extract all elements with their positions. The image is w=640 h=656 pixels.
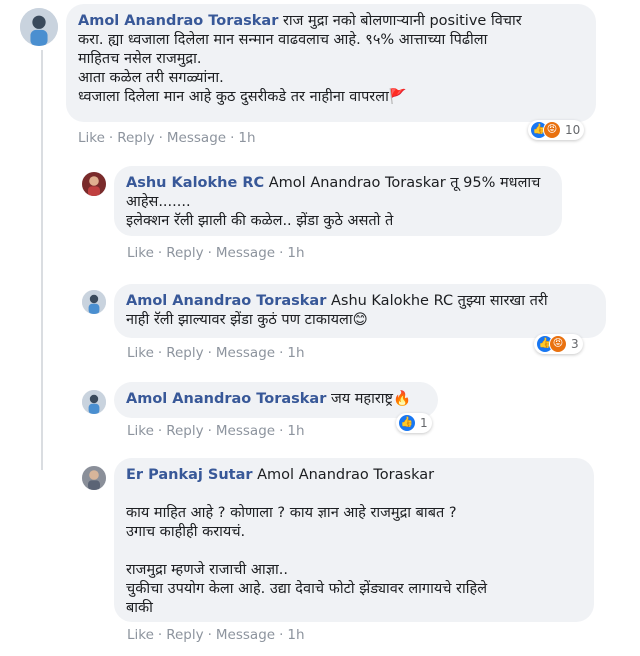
separator: · (207, 627, 212, 643)
separator: · (207, 245, 212, 261)
thread-line (41, 50, 43, 470)
avatar[interactable] (20, 8, 58, 46)
comment-text: आहेस....... (126, 194, 191, 210)
commenter-name[interactable]: Amol Anandrao Toraskar (126, 293, 326, 309)
comment-bubble: Amol Anandrao Toraskar जय महाराष्ट्र🔥 (114, 382, 438, 418)
avatar[interactable] (82, 466, 106, 490)
comment-text: काय माहित आहे ? कोणाला ? काय ज्ञान आहे र… (126, 505, 457, 521)
angry-icon: 😡 (543, 121, 561, 139)
like-button[interactable]: Like (127, 245, 154, 261)
separator: · (157, 345, 163, 361)
comment-actions: Like · Reply · Message · 1h (127, 423, 305, 439)
like-button[interactable]: Like (78, 130, 105, 146)
reply-button[interactable]: Reply (166, 345, 203, 361)
comment-bubble: Er Pankaj Sutar Amol Anandrao Toraskar क… (114, 458, 594, 622)
reaction-summary[interactable]: 👍 😡 3 (534, 334, 583, 354)
comment-text: राजमुद्रा म्हणजे राजाची आज्ञा.. (126, 562, 288, 578)
separator: · (157, 627, 163, 643)
reply-button[interactable]: Reply (166, 423, 203, 439)
comment-actions: Like · Reply · Message · 1h (127, 345, 305, 361)
comment-text: राज मुद्रा नको बोलणाऱ्यानी positive विचा… (282, 13, 522, 29)
timestamp[interactable]: 1h (287, 245, 304, 261)
comment-text: इलेक्शन रॅली झाली की कळेल.. झेंडा कुठे अ… (126, 213, 394, 229)
message-button[interactable]: Message (167, 130, 226, 146)
separator: · (207, 345, 212, 361)
avatar[interactable] (82, 172, 106, 196)
message-button[interactable]: Message (216, 423, 275, 439)
comment-text: माहितच नसेल राजमुद्रा. (78, 51, 202, 67)
like-button[interactable]: Like (127, 627, 154, 643)
separator: · (279, 627, 284, 643)
comment-text: आता कळेल तरी सगळ्यांना. (78, 70, 224, 86)
reply-button[interactable]: Reply (117, 130, 154, 146)
separator: · (279, 345, 284, 361)
comment-text (126, 542, 582, 561)
comment-text: Amol Anandrao Toraskar (257, 467, 435, 483)
timestamp[interactable]: 1h (238, 130, 255, 146)
timestamp[interactable]: 1h (287, 627, 304, 643)
separator: · (108, 130, 114, 146)
message-button[interactable]: Message (216, 245, 275, 261)
commenter-name[interactable]: Amol Anandrao Toraskar (78, 13, 278, 29)
like-button[interactable]: Like (127, 423, 154, 439)
reaction-count: 1 (420, 416, 428, 430)
separator: · (279, 423, 284, 439)
commenter-name[interactable]: Amol Anandrao Toraskar (126, 391, 326, 407)
like-button[interactable]: Like (127, 345, 154, 361)
comment-text: Amol Anandrao Toraskar तू 95% मधलाच (268, 175, 541, 191)
like-icon: 👍 (398, 414, 416, 432)
commenter-name[interactable]: Ashu Kalokhe RC (126, 175, 264, 191)
comment-text: Ashu Kalokhe RC तुझ्या सारखा तरी (330, 293, 548, 309)
reaction-summary[interactable]: 👍 😡 10 (528, 120, 585, 140)
reaction-count: 10 (565, 123, 581, 137)
separator: · (230, 130, 235, 146)
comment-bubble: Amol Anandrao Toraskar राज मुद्रा नको बो… (66, 4, 596, 122)
comment-actions: Like · Reply · Message · 1h (78, 130, 256, 146)
message-button[interactable]: Message (216, 627, 275, 643)
comment-text: नाही रॅली झाल्यावर झेंडा कुठं पण टाकायला… (126, 312, 368, 328)
reply-button[interactable]: Reply (166, 627, 203, 643)
separator: · (207, 423, 212, 439)
comment-text: चुकीचा उपयोग केला आहे. उद्या देवाचे फोटो… (126, 581, 488, 597)
comment-text: जय महाराष्ट्र🔥 (330, 391, 412, 407)
avatar[interactable] (82, 390, 106, 414)
comment-text: करा. ह्या ध्वजाला दिलेला मान सन्मान वाढव… (78, 32, 488, 48)
timestamp[interactable]: 1h (287, 423, 304, 439)
comment-bubble: Ashu Kalokhe RC Amol Anandrao Toraskar त… (114, 166, 562, 236)
separator: · (158, 130, 163, 146)
comment-text: बाकी (126, 600, 153, 616)
commenter-name[interactable]: Er Pankaj Sutar (126, 467, 253, 483)
comment-text (126, 485, 582, 504)
comment-actions: Like · Reply · Message · 1h (127, 245, 305, 261)
angry-icon: 😡 (549, 335, 567, 353)
comment-actions: Like · Reply · Message · 1h (127, 627, 305, 643)
comment-bubble: Amol Anandrao Toraskar Ashu Kalokhe RC त… (114, 284, 606, 338)
separator: · (279, 245, 284, 261)
timestamp[interactable]: 1h (287, 345, 304, 361)
message-button[interactable]: Message (216, 345, 275, 361)
reply-button[interactable]: Reply (166, 245, 203, 261)
separator: · (157, 423, 163, 439)
reaction-summary[interactable]: 👍 1 (396, 413, 432, 433)
separator: · (157, 245, 163, 261)
comment-text: उगाच काहीही करायचं. (126, 524, 246, 540)
reaction-count: 3 (571, 337, 579, 351)
comment-text: ध्वजाला दिलेला मान आहे कुठ दुसरीकडे तर न… (78, 89, 407, 105)
avatar[interactable] (82, 290, 106, 314)
